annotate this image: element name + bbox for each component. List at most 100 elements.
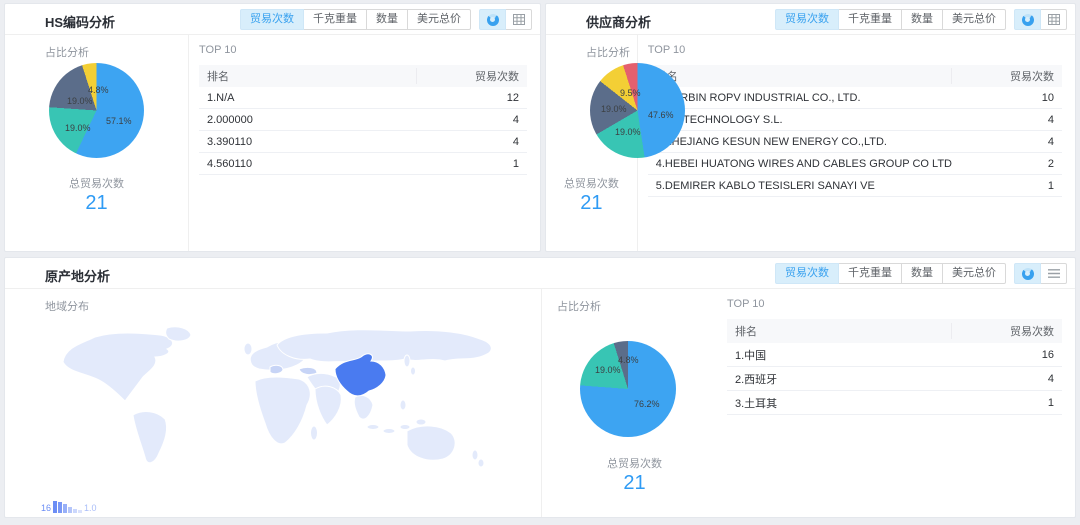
total-value: 21 (5, 192, 188, 215)
table-row: 4.5601101 (199, 153, 527, 175)
page-title: 供应商分析 (586, 12, 651, 31)
table-view-button[interactable] (1040, 9, 1067, 30)
metric-trade-count-button[interactable]: 贸易次数 (775, 9, 839, 30)
header-controls: 贸易次数 千克重量 数量 美元总价 (775, 263, 1067, 284)
map-country-turkey[interactable] (299, 367, 317, 374)
table-row: 3.土耳其1 (727, 391, 1062, 415)
total-trade-count: 总贸易次数 21 (5, 175, 188, 215)
table-row: 1.中国16 (727, 343, 1062, 367)
table-row: 4.HEBEI HUATONG WIRES AND CABLES GROUP C… (648, 153, 1062, 175)
map-country-spain[interactable] (270, 365, 283, 373)
total-label: 总贸易次数 (546, 175, 637, 191)
section-label: 占比分析 (586, 44, 630, 60)
view-toggle-group (1014, 263, 1067, 284)
pie-chart-icon (1022, 268, 1034, 280)
column-header-value: 贸易次数 (952, 68, 1062, 84)
section-label: TOP 10 (727, 293, 1062, 319)
metric-usd-total-button[interactable]: 美元总价 (942, 9, 1006, 30)
list-view-button[interactable] (1040, 263, 1067, 284)
view-toggle-group (479, 9, 532, 30)
page-title: HS编码分析 (45, 12, 115, 31)
column-header-rank: 排名 (648, 68, 952, 84)
top10-section: TOP 10 排名 贸易次数 1.中国16 2.西班牙4 3.土耳其1 (727, 289, 1075, 517)
section-label: 占比分析 (45, 44, 89, 60)
pie-slice-label: 47.6% (648, 110, 674, 120)
table-icon (513, 14, 525, 25)
legend-min-value: 1.0 (84, 503, 97, 513)
pie-slice-label: 4.8% (88, 85, 109, 95)
pie-slice-label: 19.0% (601, 104, 627, 114)
pie-slice-label: 19.0% (595, 365, 621, 375)
table-row: 2.0000004 (199, 109, 527, 131)
table-header-row: 排名 贸易次数 (727, 319, 1062, 343)
total-value: 21 (542, 472, 727, 495)
top10-section: TOP 10 排名 贸易次数 1.HARBIN ROPV INDUSTRIAL … (638, 35, 1075, 251)
map-scale-legend[interactable]: 16 1.0 (41, 501, 97, 513)
pie-chart-icon (487, 14, 499, 26)
metric-usd-total-button[interactable]: 美元总价 (407, 9, 471, 30)
top10-section: TOP 10 排名 贸易次数 1.N/A12 2.0000004 3.39011… (189, 35, 540, 251)
table-view-button[interactable] (505, 9, 532, 30)
metric-kg-weight-button[interactable]: 千克重量 (303, 9, 367, 30)
pie-slice-label: 76.2% (634, 399, 660, 409)
section-label: TOP 10 (648, 39, 1062, 65)
header-controls: 贸易次数 千克重量 数量 美元总价 (775, 9, 1067, 30)
header-controls: 贸易次数 千克重量 数量 美元总价 (240, 9, 532, 30)
metric-quantity-button[interactable]: 数量 (366, 9, 408, 30)
table-row: 1.HARBIN ROPV INDUSTRIAL CO., LTD.10 (648, 87, 1062, 109)
world-map[interactable] (55, 327, 515, 469)
section-label: 地域分布 (45, 298, 89, 314)
pie-slice-label: 19.0% (615, 127, 641, 137)
panel-hs-code-analysis: HS编码分析 贸易次数 千克重量 数量 美元总价 占比分析 57.1% 19.0… (4, 3, 541, 252)
pie-chart-icon (1022, 14, 1034, 26)
metric-quantity-button[interactable]: 数量 (901, 263, 943, 284)
hs-pie-chart[interactable] (49, 63, 144, 158)
panel-supplier-analysis: 供应商分析 贸易次数 千克重量 数量 美元总价 占比分析 47.6% 19.0%… (545, 3, 1076, 252)
section-label: TOP 10 (199, 39, 527, 65)
pie-slice-label: 57.1% (106, 116, 132, 126)
pie-view-button[interactable] (1014, 9, 1041, 30)
top10-table: 排名 贸易次数 1.HARBIN ROPV INDUSTRIAL CO., LT… (648, 65, 1062, 197)
pie-section: 占比分析 47.6% 19.0% 19.0% 9.5% 总贸易次数 21 (546, 35, 638, 251)
pie-view-button[interactable] (479, 9, 506, 30)
metric-toggle-group: 贸易次数 千克重量 数量 美元总价 (240, 9, 471, 30)
total-value: 21 (546, 192, 637, 215)
pie-slice-label: 19.0% (65, 123, 91, 133)
pie-view-button[interactable] (1014, 263, 1041, 284)
column-header-rank: 排名 (199, 68, 417, 84)
pie-slice-label: 19.0% (67, 96, 93, 106)
column-header-rank: 排名 (727, 323, 952, 339)
table-header-row: 排名 贸易次数 (648, 65, 1062, 87)
map-countries (63, 327, 491, 467)
panel-header: 原产地分析 贸易次数 千克重量 数量 美元总价 (5, 258, 1075, 289)
table-row: 5.DEMIRER KABLO TESISLERI SANAYI VE1 (648, 175, 1062, 197)
panel-header: 供应商分析 贸易次数 千克重量 数量 美元总价 (546, 4, 1075, 35)
metric-kg-weight-button[interactable]: 千克重量 (838, 263, 902, 284)
table-icon (1048, 14, 1060, 25)
legend-bars (53, 501, 82, 513)
metric-trade-count-button[interactable]: 贸易次数 (240, 9, 304, 30)
metric-trade-count-button[interactable]: 贸易次数 (775, 263, 839, 284)
column-header-value: 贸易次数 (417, 68, 527, 84)
top10-table: 排名 贸易次数 1.中国16 2.西班牙4 3.土耳其1 (727, 319, 1062, 415)
metric-quantity-button[interactable]: 数量 (901, 9, 943, 30)
panel-header: HS编码分析 贸易次数 千克重量 数量 美元总价 (5, 4, 540, 35)
total-label: 总贸易次数 (5, 175, 188, 191)
panel-origin-analysis: 原产地分析 贸易次数 千克重量 数量 美元总价 地域分布 (4, 257, 1076, 518)
column-header-value: 贸易次数 (952, 323, 1062, 339)
legend-max-value: 16 (41, 503, 51, 513)
pie-section: 占比分析 57.1% 19.0% 19.0% 4.8% 总贸易次数 21 (5, 35, 189, 251)
pie-slice-label: 4.8% (618, 355, 639, 365)
metric-kg-weight-button[interactable]: 千克重量 (838, 9, 902, 30)
view-toggle-group (1014, 9, 1067, 30)
table-row: 3.3901104 (199, 131, 527, 153)
pie-section: 占比分析 76.2% 19.0% 4.8% 总贸易次数 21 (542, 289, 727, 517)
total-trade-count: 总贸易次数 21 (542, 455, 727, 495)
table-header-row: 排名 贸易次数 (199, 65, 527, 87)
metric-usd-total-button[interactable]: 美元总价 (942, 263, 1006, 284)
table-row: 2.西班牙4 (727, 367, 1062, 391)
metric-toggle-group: 贸易次数 千克重量 数量 美元总价 (775, 263, 1006, 284)
table-row: 1.N/A12 (199, 87, 527, 109)
metric-toggle-group: 贸易次数 千克重量 数量 美元总价 (775, 9, 1006, 30)
section-label: 占比分析 (557, 298, 601, 314)
